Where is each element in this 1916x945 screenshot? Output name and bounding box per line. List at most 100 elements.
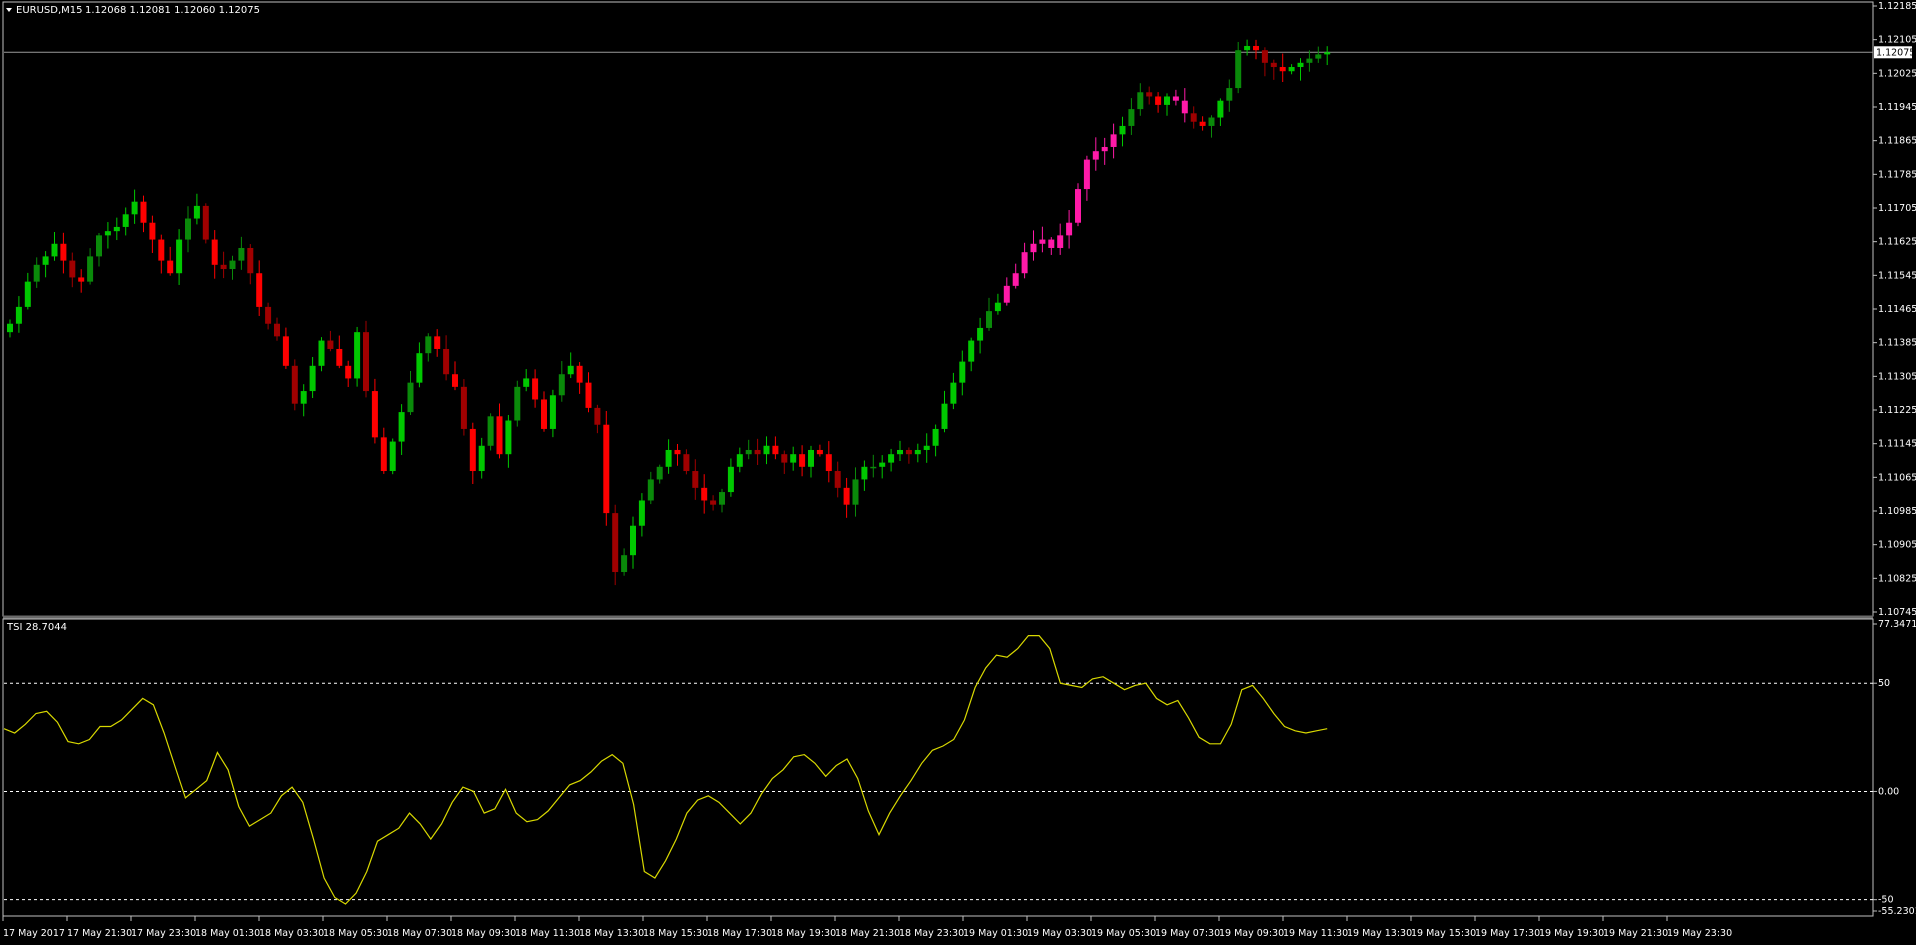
time-tick-label: 18 May 19:30 bbox=[771, 928, 836, 939]
price-tick-label: 1.11065 bbox=[1878, 472, 1916, 483]
candle-body bbox=[754, 449, 761, 455]
candle bbox=[487, 413, 494, 451]
tsi-tick-label: -55.2301 bbox=[1878, 906, 1916, 917]
candle-body bbox=[336, 348, 343, 366]
time-tick-label: 19 May 07:30 bbox=[1155, 928, 1220, 939]
candle-body bbox=[69, 260, 76, 278]
candle-body bbox=[1075, 189, 1081, 223]
candle-body bbox=[202, 205, 209, 240]
candle-body bbox=[816, 449, 823, 455]
candle-body bbox=[229, 260, 236, 270]
time-tick-label: 17 May 2017 bbox=[3, 928, 65, 939]
price-tick-label: 1.10905 bbox=[1878, 540, 1916, 551]
candle-body bbox=[167, 260, 174, 274]
candle-body bbox=[354, 332, 361, 379]
candle-body bbox=[603, 424, 610, 514]
candle-body bbox=[345, 365, 352, 379]
candle-body bbox=[745, 449, 752, 455]
candle-body bbox=[710, 500, 717, 505]
candle-body bbox=[33, 264, 40, 282]
candle-body bbox=[1101, 146, 1108, 152]
candle-body bbox=[1110, 134, 1117, 147]
candle-body bbox=[736, 454, 743, 467]
price-tick-label: 1.10745 bbox=[1878, 607, 1916, 618]
candle-body bbox=[1164, 96, 1170, 105]
candle bbox=[354, 326, 361, 387]
candle-body bbox=[51, 243, 58, 257]
time-tick-label: 18 May 13:30 bbox=[579, 928, 644, 939]
candle-body bbox=[585, 382, 592, 408]
candle-body bbox=[861, 466, 868, 480]
candle-body bbox=[612, 513, 619, 573]
candle-body bbox=[496, 416, 503, 455]
candle-body bbox=[60, 243, 67, 261]
candle-body bbox=[416, 353, 423, 383]
candle-body bbox=[914, 449, 921, 455]
candle-body bbox=[42, 256, 49, 265]
candle-body bbox=[772, 445, 779, 455]
price-tick-label: 1.11465 bbox=[1878, 304, 1916, 315]
candle-body bbox=[959, 361, 966, 383]
candle-body bbox=[825, 454, 832, 472]
time-tick-label: 18 May 17:30 bbox=[707, 928, 772, 939]
candle-body bbox=[487, 416, 494, 446]
price-tick-label: 1.11705 bbox=[1878, 203, 1916, 214]
candle-body bbox=[656, 466, 663, 480]
candle-body bbox=[727, 466, 734, 493]
candle-body bbox=[1119, 125, 1126, 135]
chart-window[interactable]: 1.12185 1.12105 1.12025 1.11945 1.11865 1.117… bbox=[0, 0, 1916, 945]
candle-body bbox=[638, 500, 645, 526]
time-tick-label: 17 May 21:30 bbox=[67, 928, 132, 939]
candle-body bbox=[300, 391, 307, 404]
candle-body bbox=[122, 214, 129, 227]
candle-body bbox=[282, 336, 289, 366]
indicator-label: TSI 28.7044 bbox=[6, 622, 67, 633]
time-tick-label: 19 May 17:30 bbox=[1475, 928, 1540, 939]
price-tick-label: 1.11625 bbox=[1878, 237, 1916, 248]
candle-body bbox=[247, 247, 254, 274]
candle-body bbox=[1083, 159, 1090, 190]
candle-body bbox=[1057, 235, 1064, 248]
price-tick-label: 1.11785 bbox=[1878, 169, 1916, 180]
candle bbox=[1075, 183, 1081, 227]
candle-body bbox=[104, 231, 111, 236]
time-tick-label: 18 May 09:30 bbox=[451, 928, 516, 939]
candle-body bbox=[977, 327, 984, 341]
time-tick-label: 19 May 15:30 bbox=[1411, 928, 1476, 939]
candle-body bbox=[647, 479, 654, 501]
candle-body bbox=[238, 247, 245, 261]
candle-body bbox=[932, 428, 939, 446]
time-tick-label: 19 May 13:30 bbox=[1347, 928, 1412, 939]
candle bbox=[603, 410, 610, 526]
candle-body bbox=[834, 471, 841, 488]
candle-body bbox=[113, 226, 120, 232]
candle-body bbox=[879, 462, 886, 467]
candle bbox=[363, 320, 369, 398]
candle-body bbox=[1279, 67, 1286, 72]
candle-body bbox=[371, 391, 378, 438]
candle-body bbox=[398, 412, 405, 442]
candle-body bbox=[193, 205, 200, 219]
candle-body bbox=[701, 487, 708, 501]
candle-body bbox=[852, 479, 859, 505]
candle-body bbox=[469, 428, 476, 472]
candle-body bbox=[389, 441, 396, 472]
tsi-tick-label: 50 bbox=[1878, 678, 1890, 689]
tsi-tick-label: 77.3471 bbox=[1878, 619, 1916, 630]
candle-body bbox=[291, 365, 298, 404]
price-tick-label: 1.11865 bbox=[1878, 136, 1916, 147]
price-tick-label: 1.11145 bbox=[1878, 439, 1916, 450]
candle-body bbox=[781, 454, 788, 463]
price-tick-label: 1.12105 bbox=[1878, 35, 1916, 46]
time-tick-label: 19 May 01:30 bbox=[963, 928, 1028, 939]
price-tick-label: 1.12025 bbox=[1878, 68, 1916, 79]
price-tick-label: 1.11545 bbox=[1878, 270, 1916, 281]
time-tick-label: 18 May 07:30 bbox=[387, 928, 452, 939]
candle-body bbox=[380, 437, 387, 472]
candle-body bbox=[1012, 273, 1019, 286]
candle-body bbox=[140, 201, 147, 223]
candle-body bbox=[1270, 62, 1277, 68]
candle-body bbox=[888, 454, 895, 463]
candle-body bbox=[1244, 45, 1251, 51]
candle-body bbox=[1146, 92, 1153, 97]
